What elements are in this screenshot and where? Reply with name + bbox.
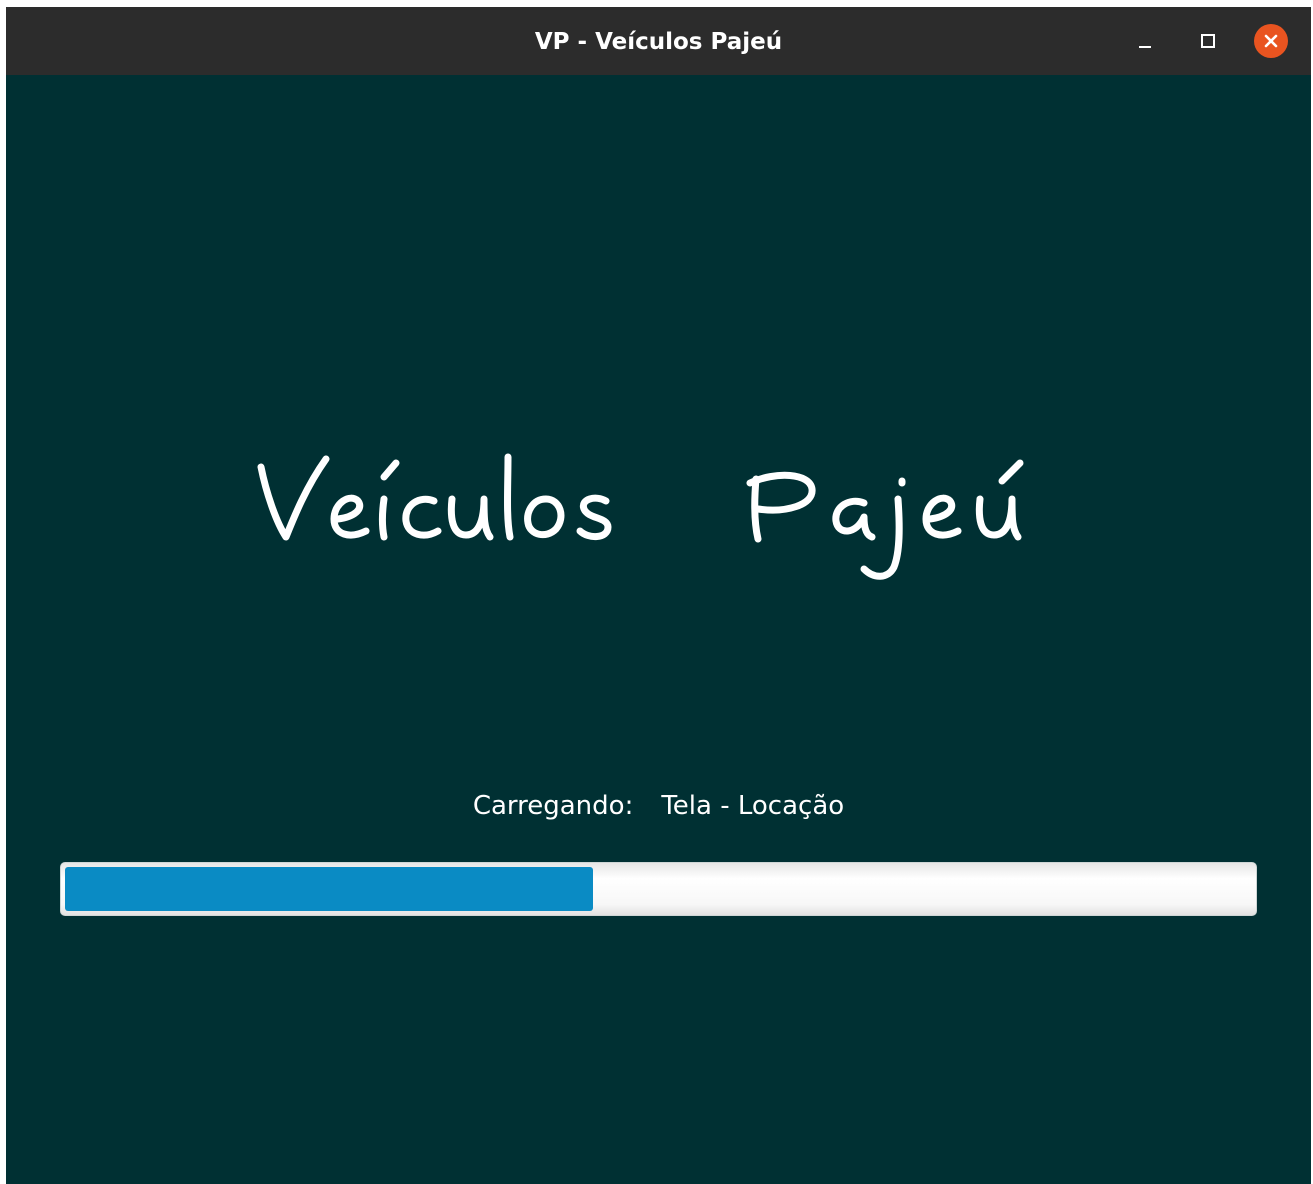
logo — [257, 453, 1024, 580]
status-label: Carregando: — [472, 791, 634, 821]
close-icon — [1264, 34, 1278, 48]
loading-progress-bar — [60, 862, 1257, 916]
maximize-button[interactable] — [1191, 24, 1225, 58]
status-value: Tela - Locação — [661, 791, 845, 821]
loading-status: Carregando: Tela - Locação — [6, 791, 1311, 821]
title-bar[interactable]: VP - Veículos Pajeú — [6, 7, 1311, 75]
application-window: VP - Veículos Pajeú Carregando: Tela - L… — [6, 7, 1311, 1184]
progress-fill — [65, 867, 593, 911]
minimize-button[interactable] — [1128, 24, 1162, 58]
close-button[interactable] — [1254, 24, 1288, 58]
maximize-icon — [1201, 34, 1215, 48]
window-title: VP - Veículos Pajeú — [534, 29, 783, 55]
splash-screen: Carregando: Tela - Locação — [6, 75, 1311, 1184]
minimize-icon — [1139, 46, 1151, 48]
